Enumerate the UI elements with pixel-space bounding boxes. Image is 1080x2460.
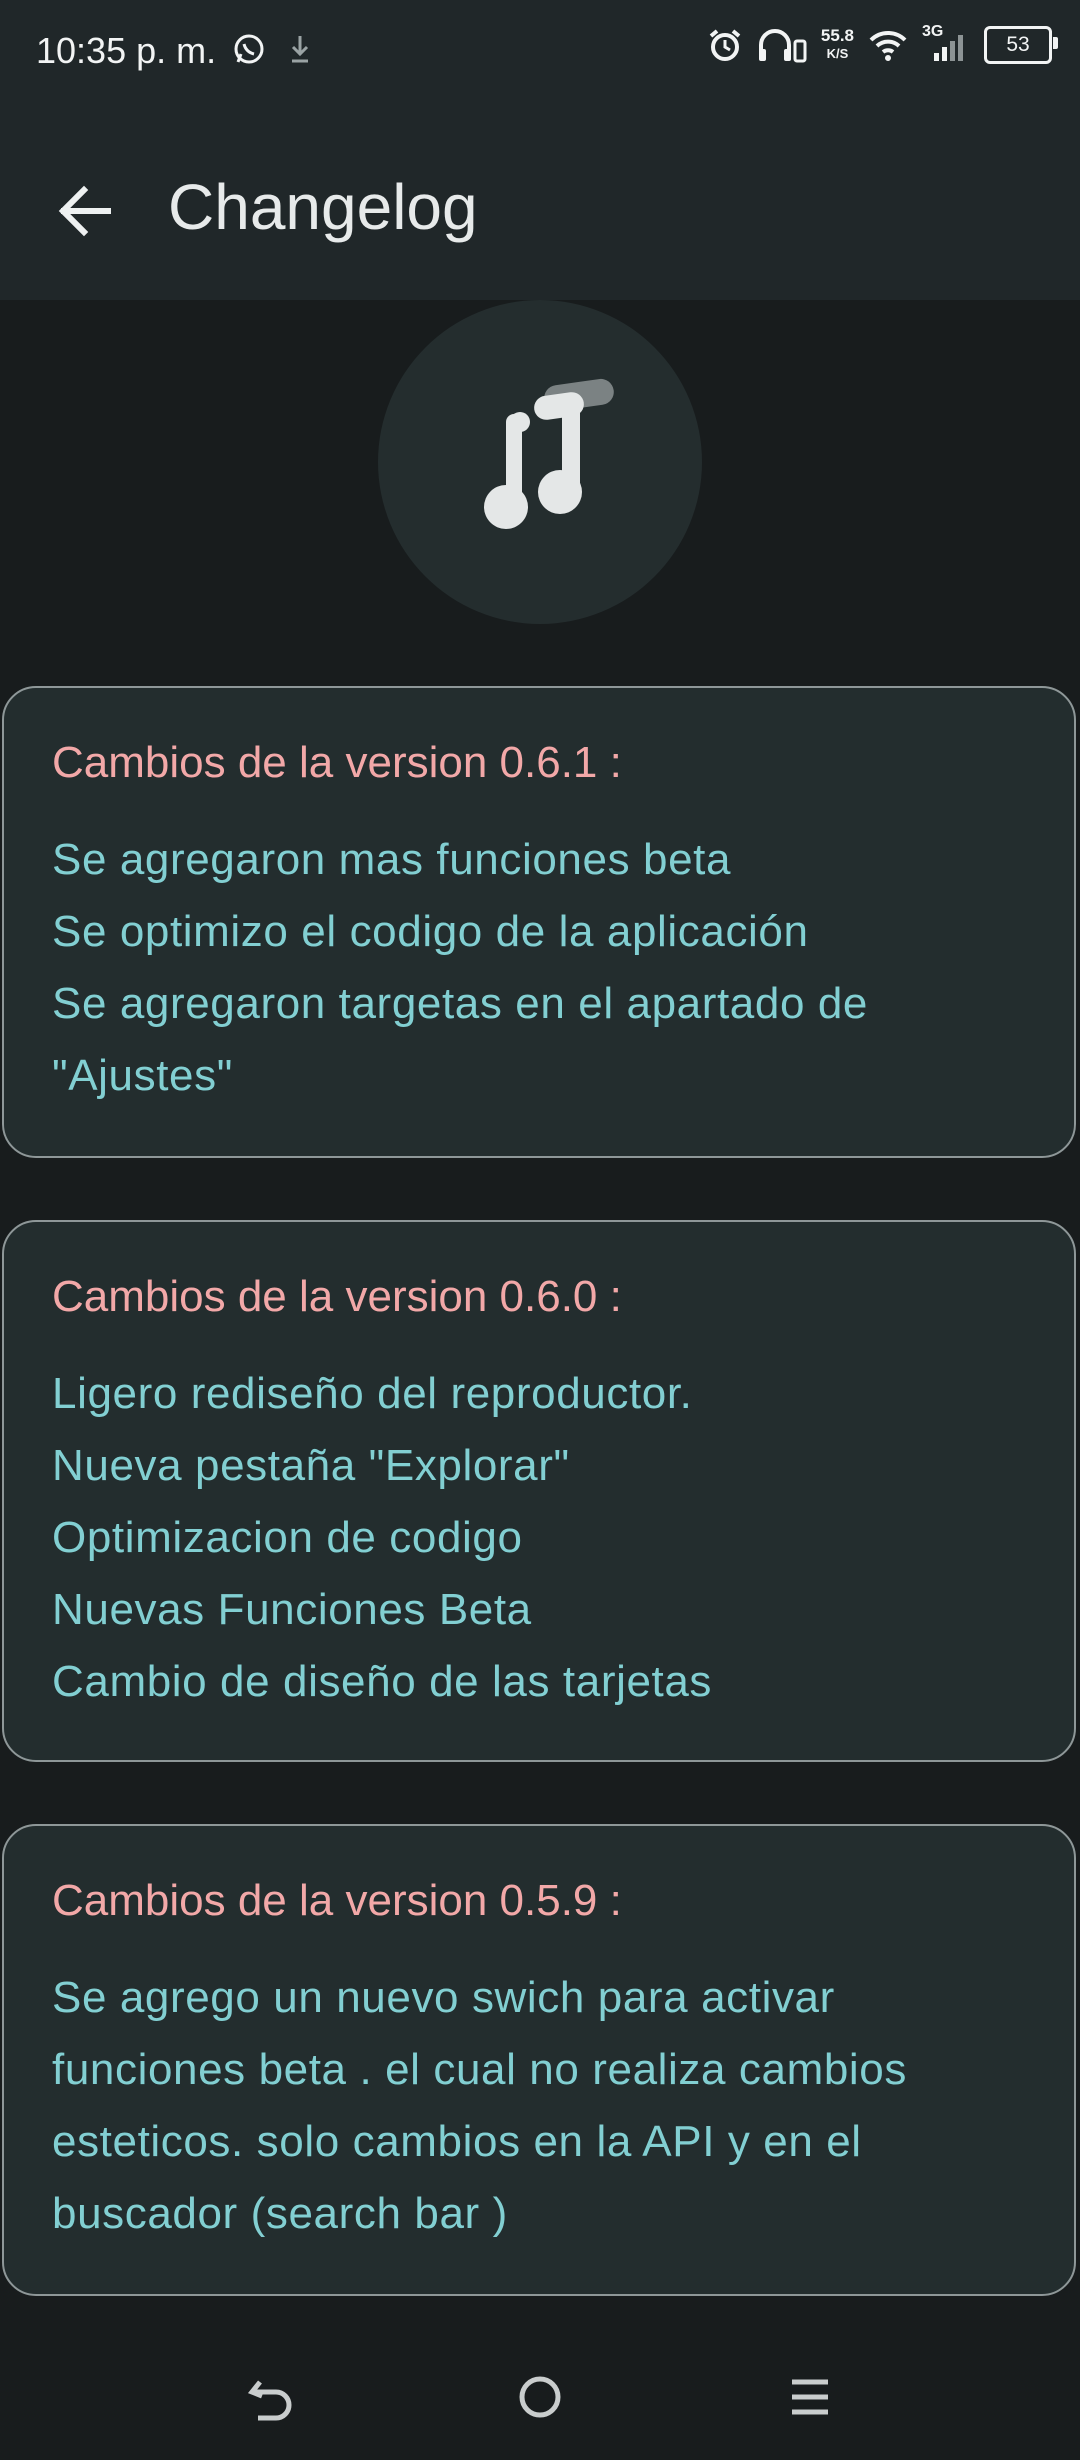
whatsapp-icon xyxy=(234,34,264,64)
card-title: Cambios de la version 0.6.0 : xyxy=(52,1272,622,1321)
changelog-card: Cambios de la version 0.6.0 : Ligero red… xyxy=(2,1220,1076,1762)
network-speed: 55.8 K/S xyxy=(820,26,854,62)
card-title: Cambios de la version 0.5.9 : xyxy=(52,1876,622,1925)
status-bar: 10:35 p. m. 55.8 K/S 3G 53 xyxy=(0,0,1080,110)
signal-icon xyxy=(934,35,963,61)
app-logo xyxy=(378,300,702,624)
music-note-icon xyxy=(484,378,614,529)
signal-indicator: 3G xyxy=(922,23,970,63)
download-icon xyxy=(291,36,309,63)
change-item: "Ajustes" xyxy=(52,1051,233,1100)
change-item: Se agregaron targetas en el apartado de xyxy=(52,979,868,1028)
status-time: 10:35 p. m. xyxy=(36,30,217,71)
page-title: Changelog xyxy=(168,171,478,243)
nav-back-button[interactable] xyxy=(236,2362,306,2432)
home-icon xyxy=(519,2376,561,2418)
menu-icon xyxy=(792,2379,828,2415)
nav-menu-button[interactable] xyxy=(775,2362,845,2432)
change-item: esteticos. solo cambios en la API y en e… xyxy=(52,2117,862,2166)
card-body: Se agregaron mas funciones beta Se optim… xyxy=(52,824,1034,1112)
system-nav-bar xyxy=(0,2340,1080,2460)
alarm-icon xyxy=(709,29,741,61)
wifi-icon xyxy=(869,30,907,61)
app-bar: Changelog xyxy=(0,110,1080,300)
change-item: funciones beta . el cual no realiza camb… xyxy=(52,2045,907,2094)
change-item: Nuevas Funciones Beta xyxy=(52,1585,532,1634)
back-icon xyxy=(247,2380,292,2421)
battery-indicator: 53 xyxy=(984,26,1058,64)
card-body: Se agrego un nuevo swich para activar fu… xyxy=(52,1962,1034,2250)
nav-home-button[interactable] xyxy=(505,2362,575,2432)
changelog-card: Cambios de la version 0.5.9 : Se agrego … xyxy=(2,1824,1076,2296)
back-button[interactable] xyxy=(50,176,120,246)
change-item: Se agrego un nuevo swich para activar xyxy=(52,1973,835,2022)
change-item: buscador (search bar ) xyxy=(52,2189,508,2238)
change-item: Se optimizo el codigo de la aplicación xyxy=(52,907,809,956)
change-item: Se agregaron mas funciones beta xyxy=(52,835,732,884)
change-item: Nueva pestaña "Explorar" xyxy=(52,1441,570,1490)
change-item: Optimizacion de codigo xyxy=(52,1513,523,1562)
change-item: Ligero rediseño del reproductor. xyxy=(52,1369,693,1418)
card-title: Cambios de la version 0.6.1 : xyxy=(52,738,622,787)
headphones-battery-icon xyxy=(758,29,807,63)
card-body: Ligero rediseño del reproductor. Nueva p… xyxy=(52,1358,1034,1718)
change-item: Cambio de diseño de las tarjetas xyxy=(52,1657,713,1706)
arrow-left-icon xyxy=(58,185,111,237)
changelog-card: Cambios de la version 0.6.1 : Se agregar… xyxy=(2,686,1076,1158)
